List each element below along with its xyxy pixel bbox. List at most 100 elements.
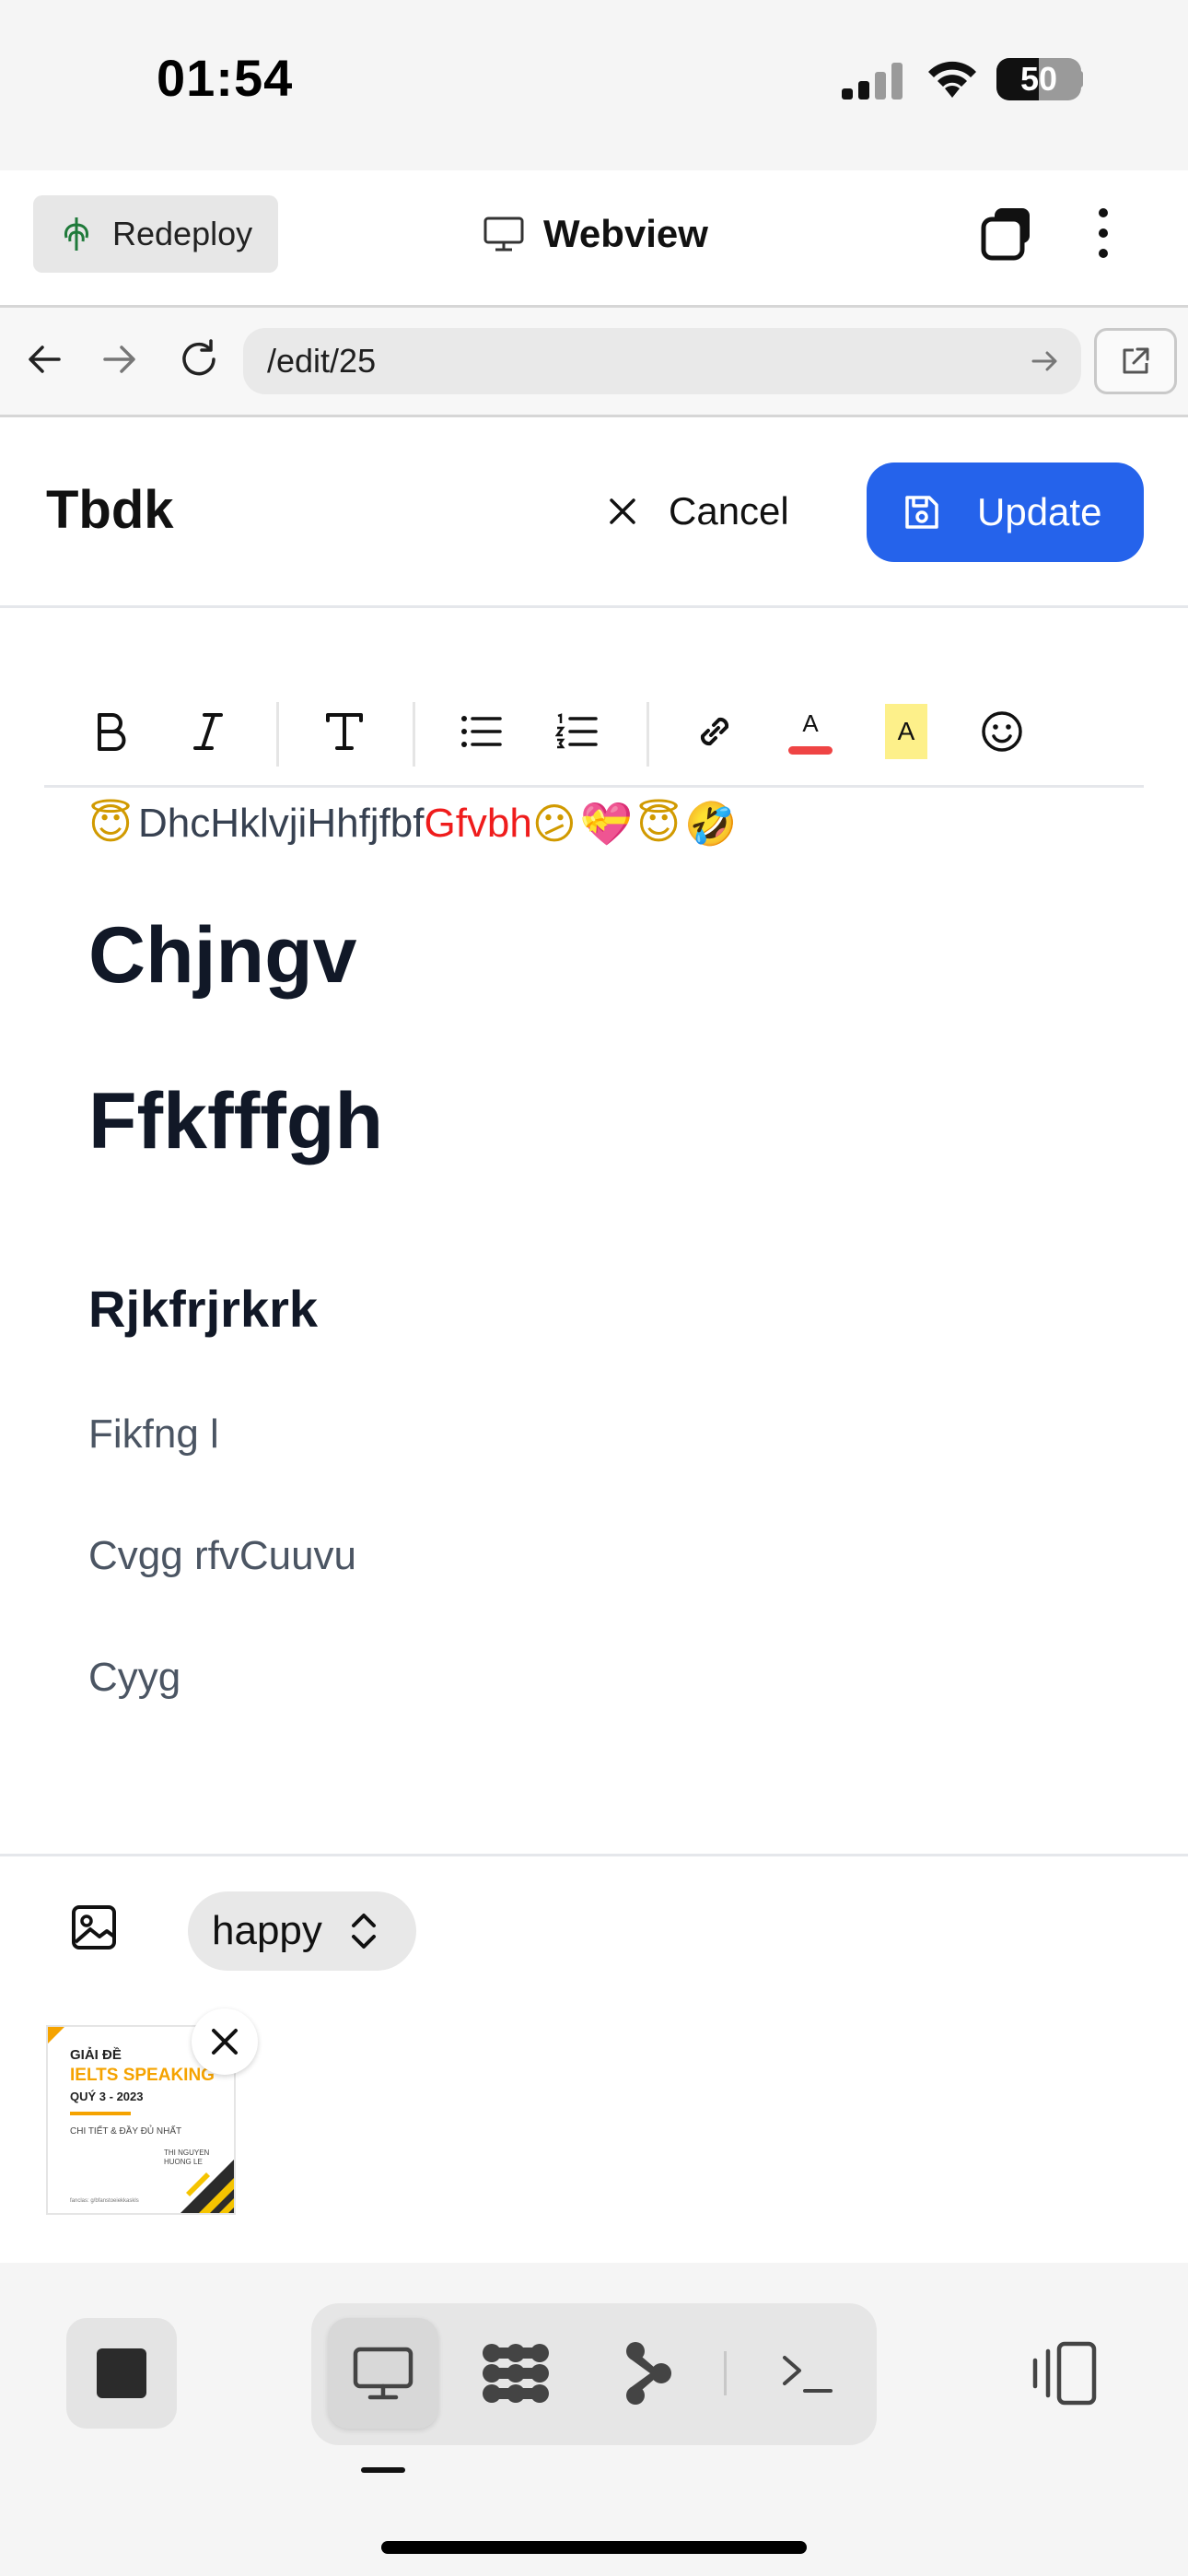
wifi-icon bbox=[928, 61, 976, 98]
editor-header-divider bbox=[0, 605, 1188, 608]
ordered-list-icon bbox=[555, 713, 598, 749]
text-style-icon bbox=[326, 713, 363, 750]
url-bar[interactable]: /edit/25 bbox=[243, 328, 1081, 394]
content-line-1: 😇 DhcHklvjiHhfjfbf Gfvbh 😕💝😇🤣 bbox=[88, 790, 740, 857]
heading-3: Rjkfrjrkrk bbox=[88, 1280, 319, 1338]
active-view-indicator bbox=[361, 2467, 405, 2473]
link-button[interactable] bbox=[680, 697, 750, 767]
branch-icon bbox=[626, 2342, 671, 2405]
paragraph: Fikfng l bbox=[88, 1411, 219, 1457]
text-color-button[interactable]: A bbox=[775, 697, 845, 767]
italic-icon bbox=[193, 713, 223, 750]
desktop-view-button[interactable] bbox=[328, 2318, 438, 2429]
back-arrow-icon bbox=[29, 345, 61, 373]
highlight-button[interactable]: A bbox=[871, 697, 941, 767]
nav-divider bbox=[0, 415, 1188, 417]
toolbar-divider bbox=[44, 785, 1144, 788]
thumbnail-line-4: CHI TIẾT & ĐẦY ĐỦ NHẤT bbox=[70, 2126, 182, 2137]
open-external-button[interactable] bbox=[1094, 328, 1177, 394]
tabs-icon[interactable] bbox=[980, 205, 1035, 262]
text-style-button[interactable] bbox=[309, 697, 379, 767]
monitor-icon bbox=[353, 2347, 413, 2400]
cellular-signal-icon bbox=[842, 63, 903, 100]
heading-1: Chjngv bbox=[88, 911, 357, 1000]
toolbar-separator bbox=[413, 702, 415, 767]
open-external-icon bbox=[1123, 347, 1149, 374]
text-color-letter: A bbox=[802, 708, 819, 737]
save-icon bbox=[905, 496, 938, 529]
italic-button[interactable] bbox=[173, 697, 243, 767]
stop-button[interactable] bbox=[66, 2318, 177, 2429]
back-button[interactable] bbox=[17, 332, 72, 387]
thumbnail-line-5a: THI NGUYEN bbox=[164, 2149, 210, 2157]
home-indicator bbox=[381, 2541, 807, 2554]
forward-button[interactable] bbox=[92, 332, 147, 387]
grid-apps-icon bbox=[483, 2344, 549, 2403]
thumbnail-line-5b: HUONG LE bbox=[164, 2158, 203, 2166]
bullet-list-button[interactable] bbox=[446, 697, 516, 767]
chevron-up-down-icon bbox=[351, 1914, 376, 1949]
branch-button[interactable] bbox=[593, 2318, 704, 2429]
more-vertical-icon[interactable] bbox=[1085, 205, 1122, 262]
emoji-button[interactable] bbox=[967, 697, 1037, 767]
thumbnail-accent-bar bbox=[70, 2112, 131, 2115]
editor-bottom-divider bbox=[0, 1854, 1188, 1856]
page-title: Tbdk bbox=[46, 480, 174, 540]
paragraph: Cyyg bbox=[88, 1655, 181, 1700]
toolbar-separator bbox=[646, 702, 649, 767]
heading-2: Ffkfffgh bbox=[88, 1077, 383, 1165]
redeploy-button[interactable]: Redeploy bbox=[33, 195, 278, 273]
bold-button[interactable] bbox=[76, 697, 146, 767]
battery-percent: 50 bbox=[1019, 60, 1058, 98]
highlight-letter: A bbox=[897, 717, 915, 745]
stop-icon bbox=[97, 2348, 146, 2398]
bullet-list-icon bbox=[461, 716, 502, 747]
battery-indicator: 50 bbox=[996, 58, 1081, 100]
emoji-icon bbox=[982, 711, 1022, 752]
text-color-bar bbox=[788, 745, 833, 755]
redeploy-label: Redeploy bbox=[112, 215, 253, 252]
line1-text: DhcHklvjiHhfjfbf bbox=[137, 801, 425, 846]
link-icon bbox=[700, 717, 729, 746]
mood-select[interactable]: happy bbox=[188, 1891, 416, 1971]
emoji-group: 😕💝😇🤣 bbox=[531, 798, 741, 849]
webview-title-label: Webview bbox=[543, 212, 708, 255]
reload-icon bbox=[182, 339, 215, 376]
terminal-icon bbox=[783, 2356, 833, 2393]
cancel-button[interactable]: Cancel bbox=[608, 470, 789, 553]
status-time: 01:54 bbox=[157, 49, 294, 107]
formatting-toolbar: A A bbox=[44, 678, 1144, 783]
line1-red-text: Gfvbh bbox=[424, 801, 532, 846]
battery-cap bbox=[1077, 71, 1083, 88]
mood-value: happy bbox=[212, 1908, 322, 1953]
close-icon bbox=[610, 498, 635, 524]
update-label: Update bbox=[977, 490, 1102, 533]
toolbar-separator bbox=[276, 702, 279, 767]
remove-attachment-button[interactable] bbox=[192, 2008, 258, 2075]
terminal-button[interactable] bbox=[751, 2318, 862, 2429]
thumbnail-line-2: IELTS SPEAKING bbox=[70, 2066, 215, 2085]
side-panel-icon[interactable] bbox=[1028, 2340, 1101, 2406]
bold-icon bbox=[98, 713, 126, 751]
paragraph: Cvgg rfvCuuvu bbox=[88, 1533, 357, 1578]
add-image-icon[interactable] bbox=[66, 1900, 122, 1955]
cancel-label: Cancel bbox=[669, 489, 789, 533]
grid-apps-button[interactable] bbox=[460, 2318, 571, 2429]
thumbnail-line-1: GIẢI ĐỀ bbox=[70, 2047, 122, 2063]
go-arrow-icon[interactable] bbox=[1028, 345, 1061, 378]
monitor-icon bbox=[483, 217, 524, 252]
thumbnail-line-6: fanclas: g/bfanstoeiekkaskls bbox=[70, 2198, 139, 2204]
highlight-swatch: A bbox=[885, 704, 927, 759]
ordered-list-button[interactable] bbox=[542, 697, 611, 767]
view-switcher-separator bbox=[724, 2351, 727, 2395]
url-text: /edit/25 bbox=[267, 342, 377, 380]
forward-arrow-icon bbox=[103, 345, 135, 373]
update-button[interactable]: Update bbox=[867, 463, 1144, 562]
reload-button[interactable] bbox=[171, 332, 227, 387]
emoji-halo: 😇 bbox=[88, 799, 133, 849]
thumbnail-line-3: QUÝ 3 - 2023 bbox=[70, 2090, 144, 2103]
webview-title: Webview bbox=[483, 205, 708, 263]
thumbnail-line-5: THI NGUYEN HUONG LE bbox=[164, 2149, 209, 2167]
redeploy-icon bbox=[64, 217, 88, 251]
close-icon bbox=[212, 2029, 238, 2055]
